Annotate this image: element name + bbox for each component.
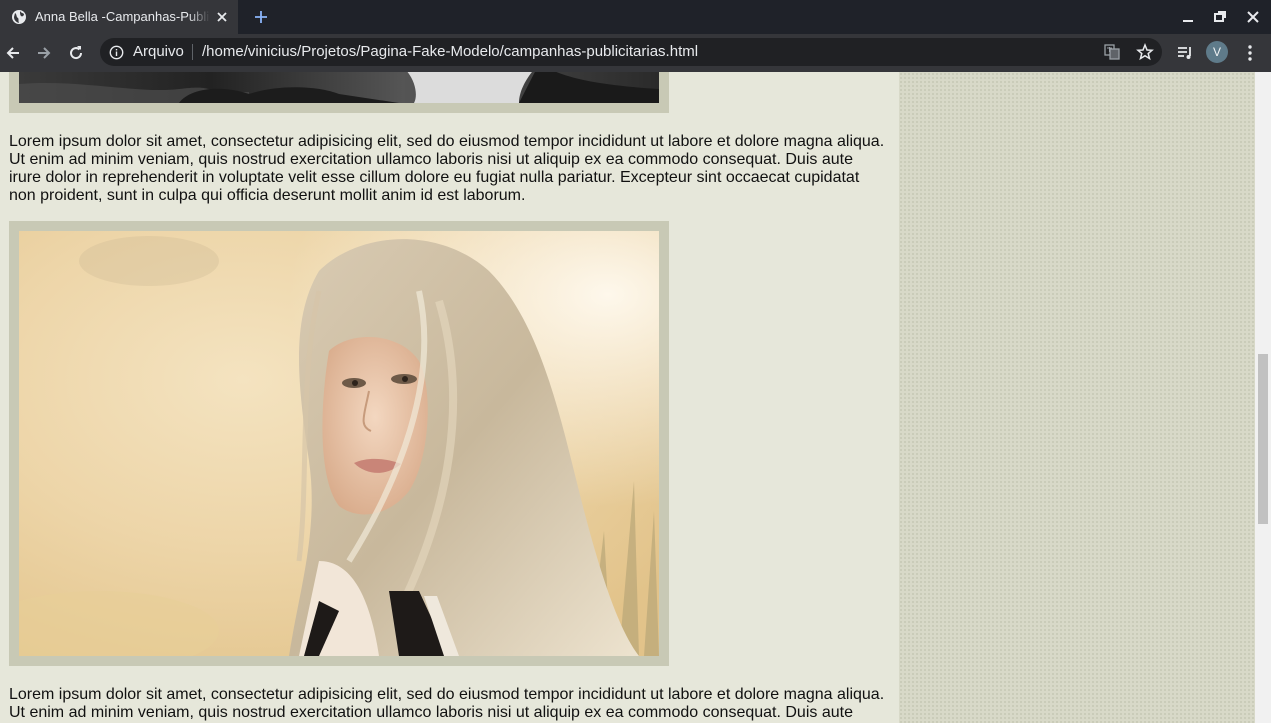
photo-frame bbox=[9, 72, 669, 113]
tab-active[interactable]: Anna Bella -Campanhas-Publicitarias bbox=[0, 0, 238, 34]
minimize-icon[interactable] bbox=[1180, 9, 1196, 25]
media-queue-icon[interactable] bbox=[1176, 44, 1194, 62]
paragraph: Lorem ipsum dolor sit amet, consectetur … bbox=[9, 686, 885, 723]
paragraph: Lorem ipsum dolor sit amet, consectetur … bbox=[9, 133, 885, 204]
translate-icon[interactable] bbox=[1104, 44, 1120, 60]
page-viewport: Lorem ipsum dolor sit amet, consectetur … bbox=[0, 72, 1271, 723]
address-divider bbox=[192, 44, 193, 60]
plus-icon[interactable] bbox=[252, 8, 270, 26]
globe-icon bbox=[12, 10, 26, 24]
address-bar[interactable]: Arquivo /home/vinicius/Projetos/Pagina-F… bbox=[100, 38, 1162, 66]
sidebar-pattern bbox=[899, 72, 1255, 723]
address-url[interactable]: /home/vinicius/Projetos/Pagina-Fake-Mode… bbox=[202, 44, 698, 60]
avatar[interactable]: V bbox=[1206, 41, 1228, 63]
star-icon[interactable] bbox=[1136, 43, 1154, 61]
photo-frame bbox=[9, 221, 669, 666]
reload-icon[interactable] bbox=[67, 44, 85, 62]
scrollbar-thumb[interactable] bbox=[1258, 354, 1268, 524]
restore-icon[interactable] bbox=[1212, 9, 1228, 25]
forward-icon[interactable] bbox=[35, 44, 53, 62]
kebab-menu-icon[interactable] bbox=[1242, 44, 1258, 62]
tab-title: Anna Bella -Campanhas-Publicitarias bbox=[35, 9, 210, 25]
info-icon[interactable] bbox=[109, 45, 124, 60]
address-scheme: Arquivo bbox=[133, 43, 184, 60]
window-close-icon[interactable] bbox=[1245, 9, 1261, 25]
main-content: Lorem ipsum dolor sit amet, consectetur … bbox=[0, 72, 899, 723]
photo-bw bbox=[19, 72, 659, 103]
close-icon[interactable] bbox=[214, 9, 230, 25]
photo-portrait bbox=[19, 231, 659, 656]
back-icon[interactable] bbox=[4, 44, 22, 62]
browser-toolbar: Arquivo /home/vinicius/Projetos/Pagina-F… bbox=[0, 34, 1271, 72]
tab-strip: Anna Bella -Campanhas-Publicitarias bbox=[0, 0, 1271, 34]
